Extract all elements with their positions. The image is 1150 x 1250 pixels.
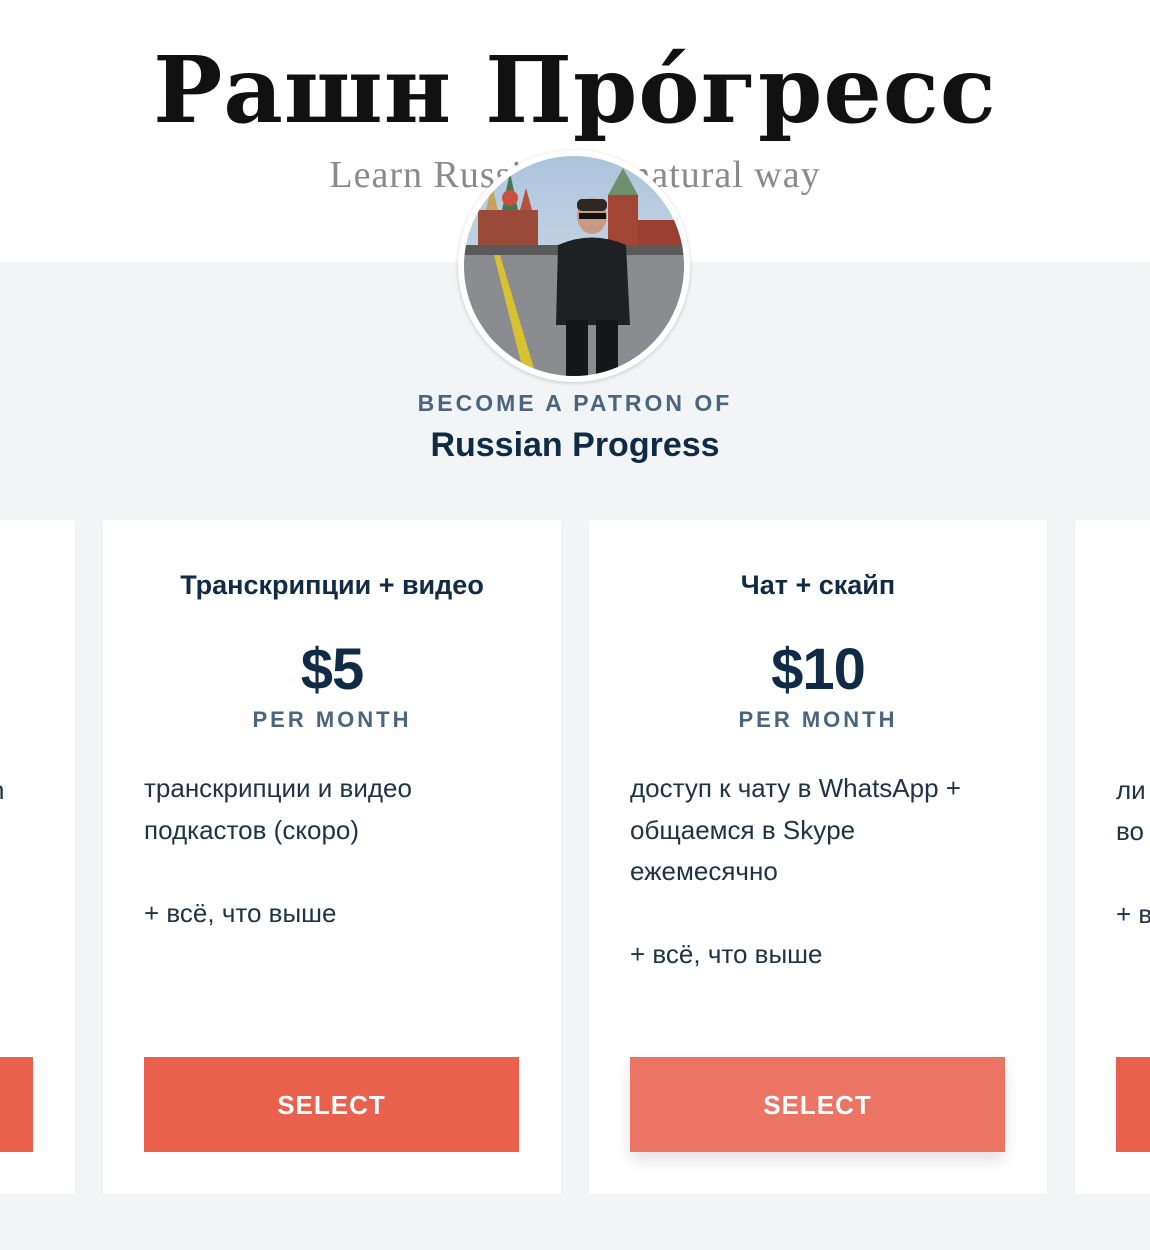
partial-right-line: + в — [1116, 899, 1150, 929]
tier-description: транскрипции и видео подкастов (скоро) +… — [144, 768, 534, 934]
tier-title: Транскрипции + видео — [180, 570, 484, 600]
avatar-photo — [464, 156, 684, 376]
tier-price: $10 — [771, 637, 866, 702]
select-button-partial-left[interactable] — [0, 1057, 33, 1152]
tier-title: Чат + скайп — [740, 570, 896, 600]
tier-card-partial-right: ли во + в — [1075, 520, 1150, 1194]
partial-right-line: во — [1116, 816, 1144, 846]
tier-desc-extra: + всё, что выше — [630, 939, 823, 969]
tier-desc-line: ежемесячно — [630, 856, 778, 886]
become-patron-label: BECOME A PATRON OF — [417, 390, 733, 416]
select-button[interactable]: SELECT — [630, 1057, 1005, 1152]
tier-card: Транскрипции + видео $5 PER MONTH транск… — [103, 520, 561, 1194]
creator-avatar — [458, 150, 690, 382]
creator-name: Russian Progress — [430, 426, 720, 464]
partial-right-line: ли — [1116, 775, 1146, 805]
tier-card: Чат + скайп $10 PER MONTH доступ к чату … — [589, 520, 1047, 1194]
tier-period: PER MONTH — [738, 707, 898, 732]
tier-desc-line: подкастов (скоро) — [144, 814, 360, 845]
banner-title: Рашн Прóгресс — [153, 36, 997, 144]
partial-left-text: n — [0, 770, 4, 812]
tier-card-partial-left: n — [0, 520, 75, 1194]
tier-desc-extra: + всё, что выше — [144, 897, 337, 928]
tier-desc-line: транскрипции и видео — [144, 773, 412, 803]
tier-description: доступ к чату в WhatsApp + общаемся в Sk… — [630, 768, 1020, 976]
tier-price: $5 — [300, 637, 365, 702]
tier-period: PER MONTH — [252, 707, 412, 732]
tier-desc-line: доступ к чату в WhatsApp + — [630, 773, 961, 803]
select-button[interactable]: SELECT — [144, 1057, 519, 1152]
tier-desc-line: общаемся в Skype — [630, 814, 856, 845]
select-button-partial-right[interactable] — [1116, 1057, 1150, 1152]
